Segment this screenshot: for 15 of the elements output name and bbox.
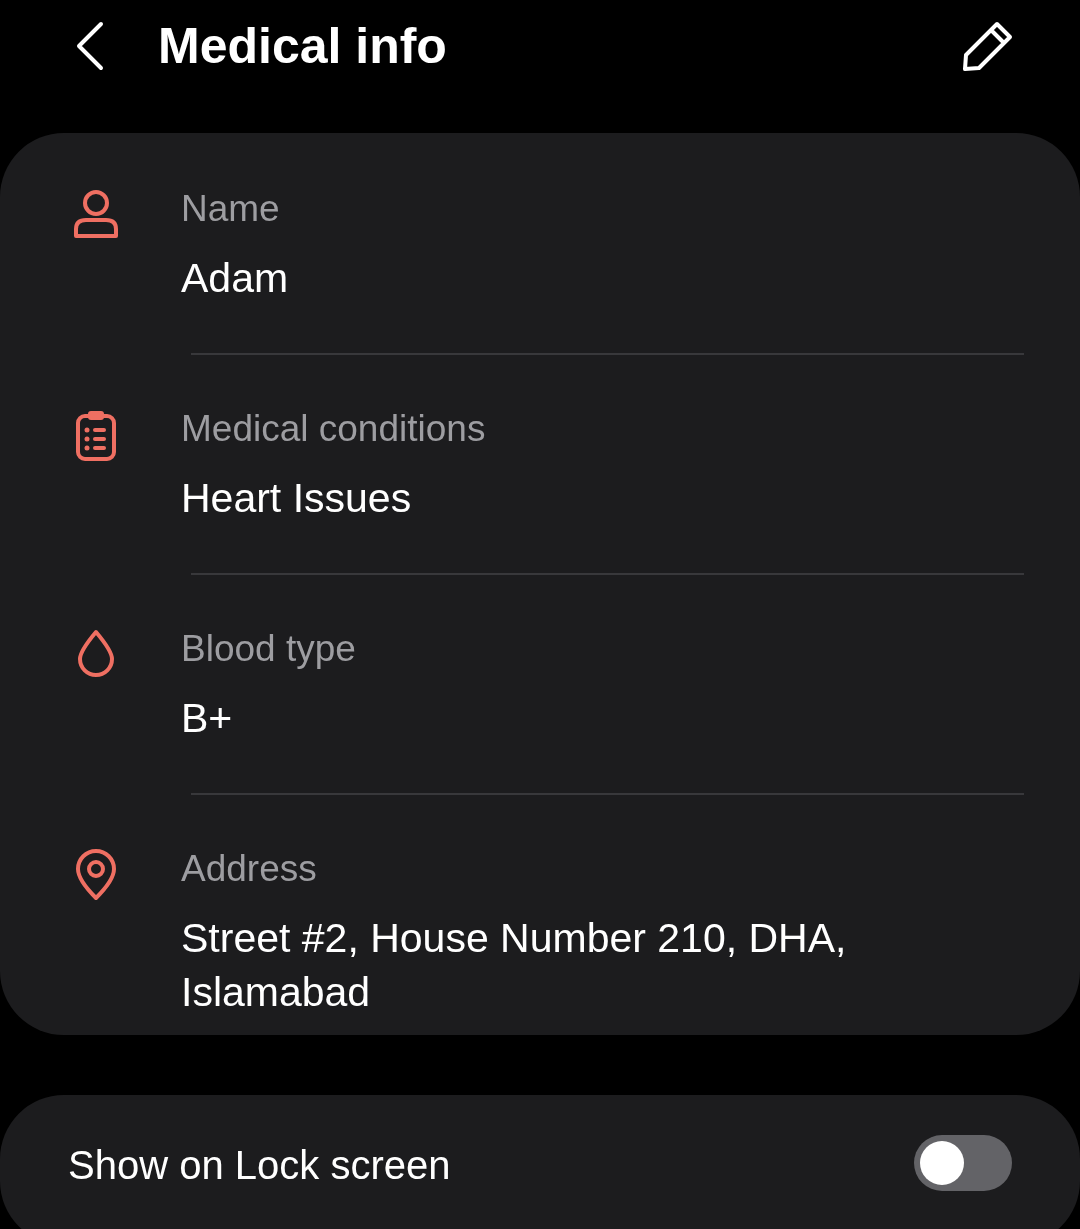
field-label: Address bbox=[181, 847, 318, 891]
field-label: Blood type bbox=[181, 627, 357, 671]
page-title: Medical info bbox=[158, 17, 448, 75]
field-value: Adam bbox=[181, 254, 290, 303]
field-value: B+ bbox=[181, 694, 234, 743]
location-pin-icon bbox=[73, 849, 118, 901]
person-icon bbox=[72, 189, 119, 239]
clipboard-icon bbox=[74, 409, 117, 461]
lock-screen-toggle[interactable] bbox=[914, 1135, 1012, 1191]
field-label: Medical conditions bbox=[181, 407, 487, 451]
field-value: Street #2, House Number 210, DHA, Islamabad bbox=[181, 914, 848, 1017]
drop-icon bbox=[76, 629, 115, 677]
field-value: Heart Issues bbox=[181, 474, 413, 523]
lock-screen-label: Show on Lock screen bbox=[68, 1142, 452, 1189]
field-label: Name bbox=[181, 187, 281, 231]
